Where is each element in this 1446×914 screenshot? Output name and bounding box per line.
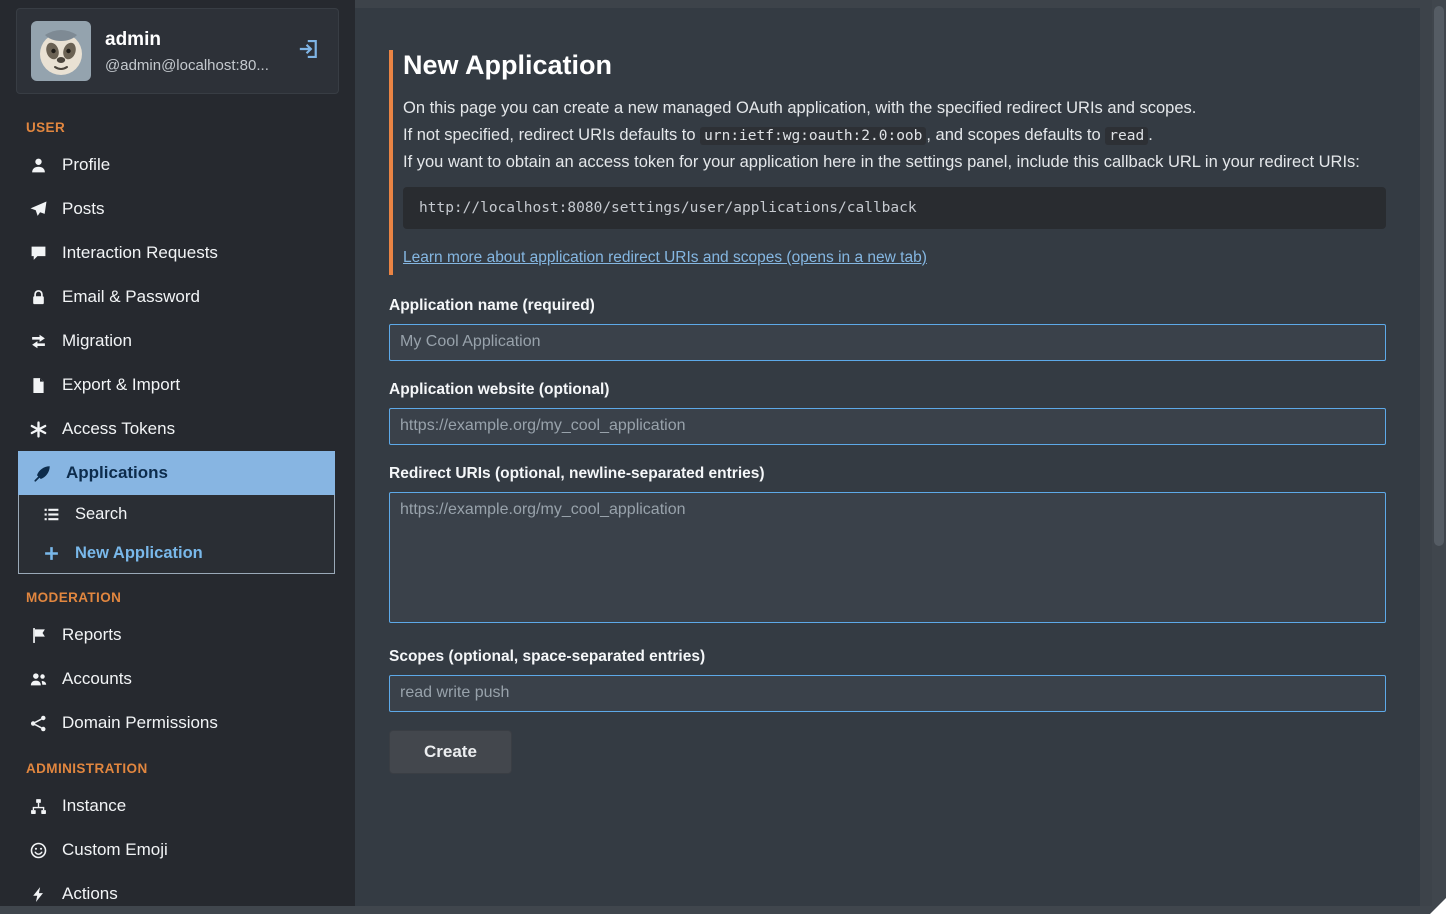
list-icon	[43, 506, 60, 523]
sidebar-item-label: Custom Emoji	[62, 840, 168, 860]
sidebar-item-reports[interactable]: Reports	[0, 613, 355, 657]
sidebar-item-label: Migration	[62, 331, 132, 351]
sidebar-item-new-application[interactable]: New Application	[19, 534, 334, 573]
page-title: New Application	[403, 50, 1386, 81]
sidebar-item-label: Profile	[62, 155, 110, 175]
sidebar-item-label: Domain Permissions	[62, 713, 218, 733]
sidebar-item-label: Email & Password	[62, 287, 200, 307]
application-website-label: Application website (optional)	[389, 381, 1386, 399]
section-label-moderation: MODERATION	[0, 574, 355, 613]
sidebar-item-interaction-requests[interactable]: Interaction Requests	[0, 231, 355, 275]
sidebar-item-profile[interactable]: Profile	[0, 143, 355, 187]
sidebar-item-label: Accounts	[62, 669, 132, 689]
share-nodes-icon	[30, 715, 47, 732]
sidebar-item-label: Posts	[62, 199, 105, 219]
intro-line-2-pre: If not specified, redirect URIs defaults…	[403, 126, 700, 144]
create-button[interactable]: Create	[389, 730, 512, 774]
horizontal-scrollbar-track[interactable]	[0, 906, 1446, 914]
sidebar-item-label: Instance	[62, 796, 126, 816]
resize-grip[interactable]	[1430, 898, 1446, 914]
sidebar: admin @admin@localhost:80... USER Profil…	[0, 0, 355, 906]
flag-icon	[30, 627, 47, 644]
intro-line-3: If you want to obtain an access token fo…	[403, 151, 1386, 175]
sidebar-item-label: Actions	[62, 884, 118, 904]
sidebar-item-label: Search	[75, 505, 127, 524]
sitemap-icon	[30, 798, 47, 815]
logout-icon[interactable]	[294, 34, 324, 69]
sidebar-item-migration[interactable]: Migration	[0, 319, 355, 363]
application-website-input[interactable]	[389, 408, 1386, 445]
paper-plane-icon	[30, 201, 47, 218]
sidebar-item-domain-permissions[interactable]: Domain Permissions	[0, 701, 355, 745]
sidebar-item-access-tokens[interactable]: Access Tokens	[0, 407, 355, 451]
avatar	[31, 21, 91, 81]
about-block: New Application On this page you can cre…	[389, 50, 1386, 275]
user-name: admin	[105, 29, 280, 51]
redirect-uris-textarea[interactable]	[389, 492, 1386, 623]
user-icon	[30, 157, 47, 174]
sidebar-item-instance[interactable]: Instance	[0, 784, 355, 828]
intro-line-1: On this page you can create a new manage…	[403, 97, 1386, 121]
comment-icon	[30, 245, 47, 262]
vertical-scrollbar-thumb[interactable]	[1434, 6, 1444, 546]
sidebar-item-actions[interactable]: Actions	[0, 872, 355, 906]
new-application-form: Application name (required) Application …	[389, 297, 1386, 774]
learn-more-link[interactable]: Learn more about application redirect UR…	[403, 249, 927, 267]
smiley-icon	[30, 842, 47, 859]
callback-url-code-block: http://localhost:8080/settings/user/appl…	[403, 187, 1386, 229]
applications-icon	[34, 465, 51, 482]
users-icon	[30, 671, 47, 688]
new-application-panel: New Application On this page you can cre…	[355, 8, 1420, 906]
lock-icon	[30, 289, 47, 306]
intro-line-2-end: .	[1148, 126, 1153, 144]
sidebar-item-export-import[interactable]: Export & Import	[0, 363, 355, 407]
user-handle: @admin@localhost:80...	[105, 57, 280, 74]
applications-submenu: Search New Application	[18, 495, 335, 574]
application-name-input[interactable]	[389, 324, 1386, 361]
scopes-label: Scopes (optional, space-separated entrie…	[389, 648, 1386, 666]
sidebar-item-label: Reports	[62, 625, 122, 645]
section-label-user: USER	[0, 104, 355, 143]
read-code: read	[1105, 127, 1148, 145]
sidebar-item-accounts[interactable]: Accounts	[0, 657, 355, 701]
sidebar-item-label: Access Tokens	[62, 419, 175, 439]
intro-line-2: If not specified, redirect URIs defaults…	[403, 124, 1386, 148]
app-window: admin @admin@localhost:80... USER Profil…	[0, 0, 1446, 914]
sidebar-item-label: Applications	[66, 463, 168, 483]
sidebar-item-custom-emoji[interactable]: Custom Emoji	[0, 828, 355, 872]
sidebar-item-label: Export & Import	[62, 375, 180, 395]
sidebar-item-search[interactable]: Search	[19, 495, 334, 534]
vertical-scrollbar-track[interactable]	[1432, 0, 1446, 914]
applications-group: Applications Search New Application	[18, 451, 335, 574]
section-label-administration: ADMINISTRATION	[0, 745, 355, 784]
asterisk-icon	[30, 421, 47, 438]
sidebar-item-applications[interactable]: Applications	[18, 451, 335, 495]
sidebar-item-email-password[interactable]: Email & Password	[0, 275, 355, 319]
intro-line-2-mid: , and scopes defaults to	[926, 126, 1105, 144]
oob-code: urn:ietf:wg:oauth:2.0:oob	[700, 127, 926, 145]
user-meta: admin @admin@localhost:80...	[105, 29, 280, 74]
sloth-avatar-image	[31, 21, 91, 81]
sidebar-item-label: Interaction Requests	[62, 243, 218, 263]
redirect-uris-label: Redirect URIs (optional, newline-separat…	[389, 465, 1386, 483]
bolt-icon	[30, 886, 47, 903]
file-export-icon	[30, 377, 47, 394]
user-card: admin @admin@localhost:80...	[16, 8, 339, 94]
sidebar-item-label: New Application	[75, 544, 203, 563]
sidebar-item-posts[interactable]: Posts	[0, 187, 355, 231]
application-name-label: Application name (required)	[389, 297, 1386, 315]
plus-icon	[43, 545, 60, 562]
main-wrap: New Application On this page you can cre…	[355, 0, 1446, 914]
scopes-input[interactable]	[389, 675, 1386, 712]
transfer-arrows-icon	[30, 333, 47, 350]
